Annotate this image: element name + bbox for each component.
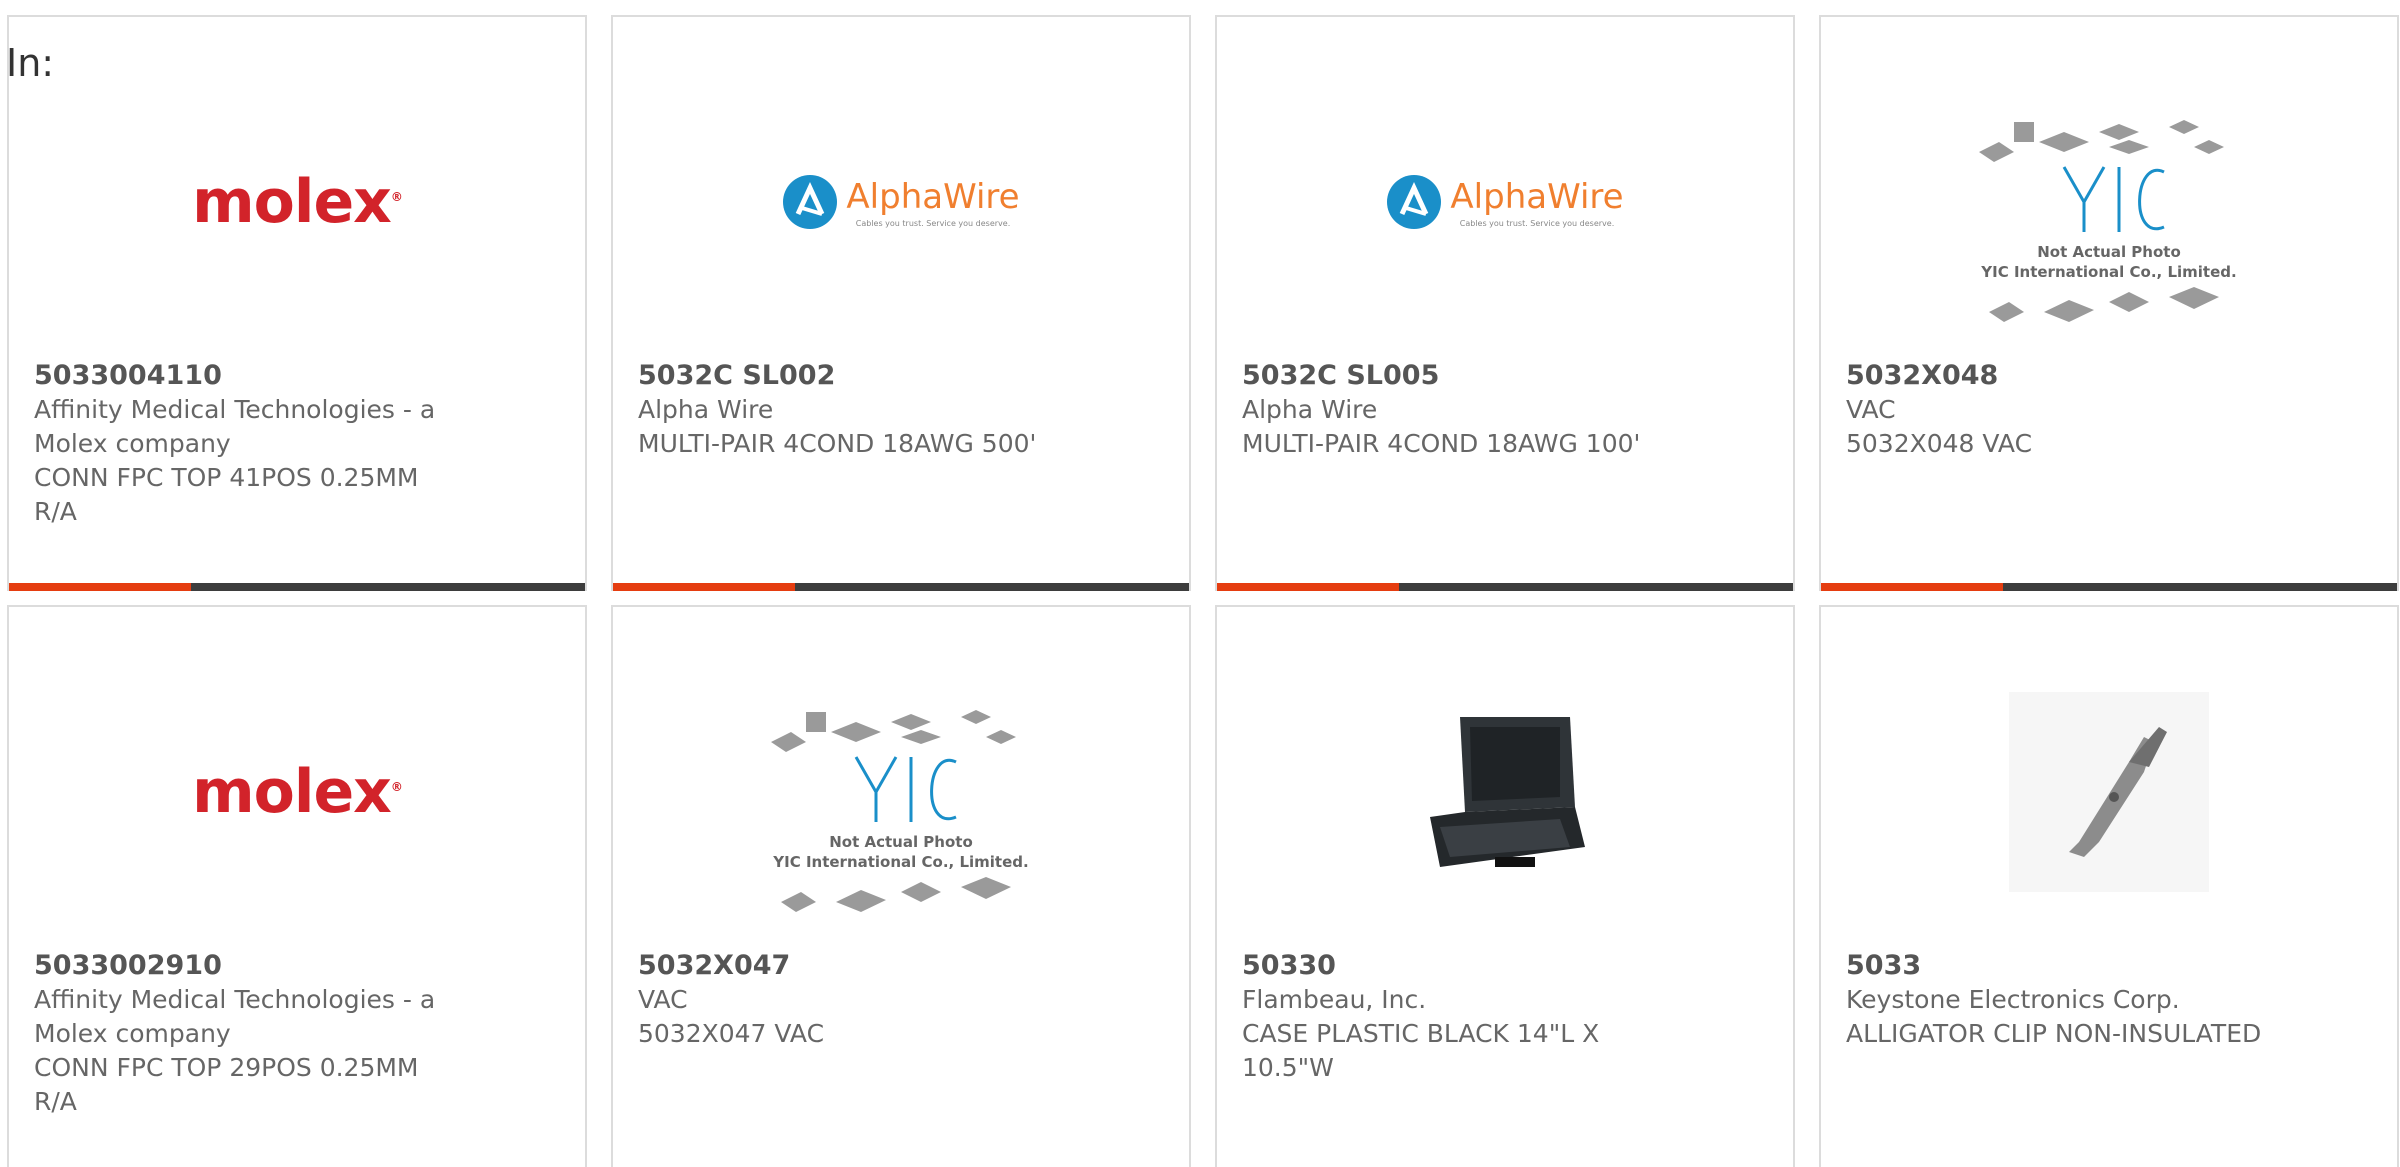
molex-logo: molex®	[192, 167, 403, 237]
product-image[interactable]: Not Actual Photo YIC International Co., …	[1821, 97, 2397, 367]
svg-text:Not Actual Photo: Not Actual Photo	[829, 833, 973, 851]
description: CONN FPC TOP 29POS 0.25MM R/A	[34, 1053, 419, 1116]
product-info: 5032C SL002 Alpha Wire MULTI-PAIR 4COND …	[638, 359, 1058, 461]
product-info: 5032X048 VAC 5032X048 VAC	[1846, 359, 2266, 461]
product-info: 5033002910 Affinity Medical Technologies…	[34, 949, 454, 1119]
description: MULTI-PAIR 4COND 18AWG 100'	[1242, 429, 1641, 458]
product-card[interactable]: Not Actual Photo YIC International Co., …	[611, 605, 1191, 1167]
product-image[interactable]	[1821, 667, 2397, 917]
svg-text:Not Actual Photo: Not Actual Photo	[2037, 243, 2181, 261]
alphawire-mark-icon	[1387, 175, 1442, 229]
description: MULTI-PAIR 4COND 18AWG 500'	[638, 429, 1037, 458]
product-image[interactable]: molex®	[9, 77, 585, 327]
product-info: 50330 Flambeau, Inc. CASE PLASTIC BLACK …	[1242, 949, 1662, 1085]
manufacturer: Affinity Medical Technologies - a Molex …	[34, 395, 436, 458]
part-number[interactable]: 5032X048	[1846, 359, 2266, 393]
manufacturer: Alpha Wire	[638, 395, 774, 424]
product-results-page: In: molex® 5033004110 Affinity Medical T…	[0, 0, 2400, 1167]
product-card[interactable]: molex® 5033004110 Affinity Medical Techn…	[7, 15, 587, 591]
part-number[interactable]: 5032C SL002	[638, 359, 1058, 393]
manufacturer: VAC	[1846, 395, 1896, 424]
product-grid-row-2: molex® 5033002910 Affinity Medical Techn…	[7, 605, 2399, 1167]
product-info: 5032C SL005 Alpha Wire MULTI-PAIR 4COND …	[1242, 359, 1662, 461]
molex-logo: molex®	[192, 757, 403, 827]
yic-placeholder-image: Not Actual Photo YIC International Co., …	[1979, 120, 2237, 322]
in-label: In:	[6, 41, 55, 85]
product-info: 5033004110 Affinity Medical Technologies…	[34, 359, 454, 529]
product-image[interactable]: molex®	[9, 667, 585, 917]
description: CASE PLASTIC BLACK 14"L X 10.5"W	[1242, 1019, 1600, 1082]
description: 5032X047 VAC	[638, 1019, 825, 1048]
part-number[interactable]: 5033004110	[34, 359, 454, 393]
alligator-clip-photo	[2009, 692, 2209, 892]
yic-placeholder-image: Not Actual Photo YIC International Co., …	[771, 710, 1029, 912]
description: ALLIGATOR CLIP NON-INSULATED	[1846, 1019, 2262, 1048]
alphawire-logo: AlphaWire Cables you trust. Service you …	[1386, 174, 1624, 230]
card-accent-bar	[9, 583, 585, 591]
manufacturer: Flambeau, Inc.	[1242, 985, 1427, 1014]
product-image[interactable]	[1217, 667, 1793, 917]
product-grid: molex® 5033004110 Affinity Medical Techn…	[7, 15, 2399, 591]
description: CONN FPC TOP 41POS 0.25MM R/A	[34, 463, 419, 526]
part-number[interactable]: 5032C SL005	[1242, 359, 1662, 393]
product-card[interactable]: 5033 Keystone Electronics Corp. ALLIGATO…	[1819, 605, 2399, 1167]
part-number[interactable]: 5032X047	[638, 949, 1058, 983]
manufacturer: Affinity Medical Technologies - a Molex …	[34, 985, 436, 1048]
product-card[interactable]: 50330 Flambeau, Inc. CASE PLASTIC BLACK …	[1215, 605, 1795, 1167]
part-number[interactable]: 50330	[1242, 949, 1662, 983]
card-accent-bar	[1821, 583, 2397, 591]
manufacturer: Keystone Electronics Corp.	[1846, 985, 2180, 1014]
product-image[interactable]: AlphaWire Cables you trust. Service you …	[1217, 77, 1793, 327]
black-case-photo	[1430, 717, 1585, 867]
card-accent-bar	[613, 583, 1189, 591]
card-accent-bar	[1217, 583, 1793, 591]
product-info: 5033 Keystone Electronics Corp. ALLIGATO…	[1846, 949, 2266, 1051]
product-card[interactable]: Not Actual Photo YIC International Co., …	[1819, 15, 2399, 591]
product-image[interactable]: AlphaWire Cables you trust. Service you …	[613, 77, 1189, 327]
alphawire-logo: AlphaWire Cables you trust. Service you …	[782, 174, 1020, 230]
manufacturer: VAC	[638, 985, 688, 1014]
manufacturer: Alpha Wire	[1242, 395, 1378, 424]
product-info: 5032X047 VAC 5032X047 VAC	[638, 949, 1058, 1051]
part-number[interactable]: 5033002910	[34, 949, 454, 983]
product-card[interactable]: AlphaWire Cables you trust. Service you …	[1215, 15, 1795, 591]
alphawire-mark-icon	[783, 175, 838, 229]
product-card[interactable]: AlphaWire Cables you trust. Service you …	[611, 15, 1191, 591]
product-card[interactable]: molex® 5033002910 Affinity Medical Techn…	[7, 605, 587, 1167]
svg-text:YIC International Co., Limited: YIC International Co., Limited.	[1980, 263, 2236, 281]
svg-text:YIC International Co., Limited: YIC International Co., Limited.	[772, 853, 1028, 871]
product-image[interactable]: Not Actual Photo YIC International Co., …	[613, 687, 1189, 957]
part-number[interactable]: 5033	[1846, 949, 2266, 983]
description: 5032X048 VAC	[1846, 429, 2033, 458]
